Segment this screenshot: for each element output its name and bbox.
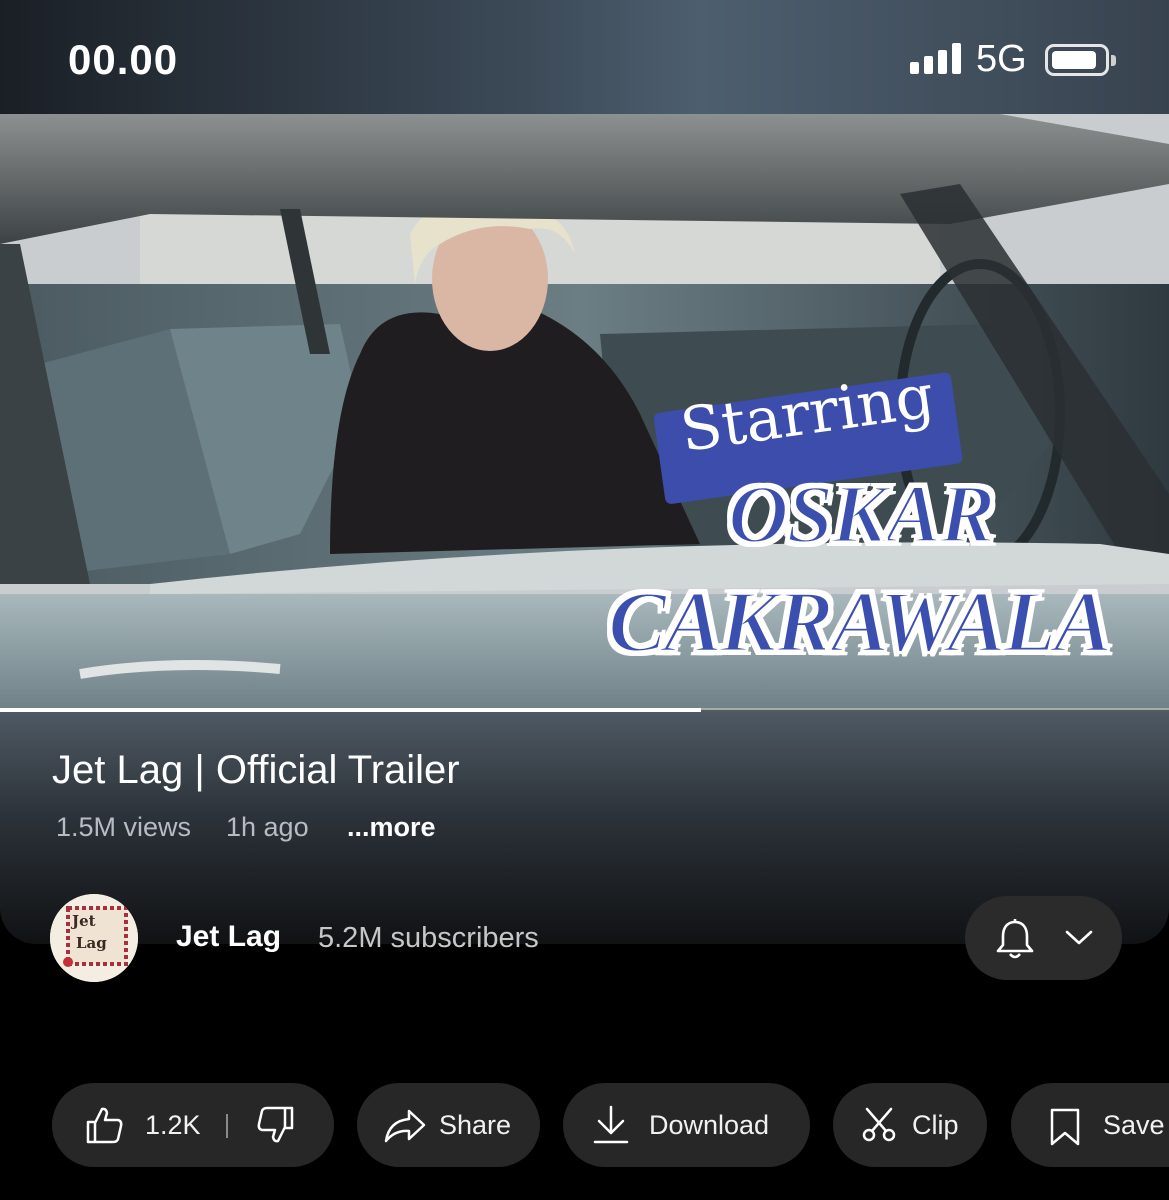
- status-bar: 00.00 5G: [0, 0, 1169, 114]
- notification-button[interactable]: [965, 896, 1122, 980]
- like-dislike-divider: [226, 1114, 228, 1138]
- save-label: Save: [1103, 1110, 1165, 1140]
- avatar-text-1: Jet: [72, 912, 96, 930]
- clip-button[interactable]: Clip: [833, 1083, 987, 1167]
- scissors-icon: [862, 1107, 896, 1142]
- video-title[interactable]: Jet Lag | Official Trailer: [52, 748, 460, 793]
- thumbs-down-icon[interactable]: [256, 1105, 296, 1145]
- download-label: Download: [649, 1110, 770, 1140]
- battery-icon: [1045, 44, 1116, 76]
- share-button[interactable]: Share: [357, 1083, 540, 1167]
- download-button[interactable]: Download: [563, 1083, 810, 1167]
- view-count: 1.5M views: [56, 812, 192, 842]
- bell-icon: [996, 919, 1034, 959]
- bookmark-icon: [1050, 1108, 1080, 1146]
- channel-name[interactable]: Jet Lag: [176, 920, 281, 954]
- more-link[interactable]: ...more: [347, 812, 436, 843]
- status-time: 00.00: [68, 36, 179, 83]
- clip-label: Clip: [912, 1110, 959, 1140]
- subscriber-count: 5.2M subscribers: [318, 922, 539, 954]
- share-icon: [384, 1109, 426, 1143]
- like-dislike-group[interactable]: 1.2K: [52, 1083, 334, 1167]
- cellular-signal-icon: [910, 42, 962, 74]
- thumbs-up-icon[interactable]: [84, 1105, 124, 1145]
- share-label: Share: [439, 1110, 512, 1140]
- avatar-text-2: Lag: [76, 934, 107, 952]
- chevron-down-icon: [1065, 930, 1093, 945]
- download-icon: [593, 1105, 629, 1144]
- overlay-name-line2: CAKRAWALA: [606, 573, 1113, 673]
- channel-avatar[interactable]: Jet Lag: [50, 894, 138, 982]
- video-player[interactable]: Starring OSKAR CAKRAWALA: [0, 114, 1169, 710]
- upload-time: 1h ago: [226, 812, 309, 842]
- like-count: 1.2K: [145, 1110, 201, 1140]
- save-button[interactable]: Save: [1011, 1083, 1169, 1167]
- network-type: 5G: [976, 38, 1027, 80]
- overlay-name-line1: OSKAR: [726, 467, 996, 563]
